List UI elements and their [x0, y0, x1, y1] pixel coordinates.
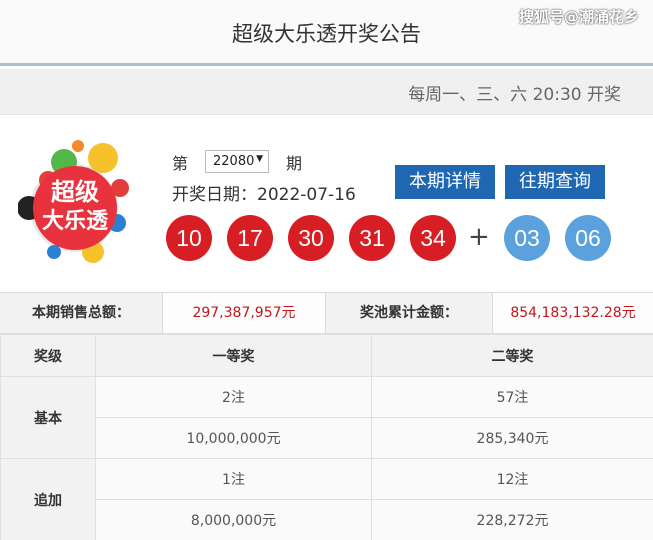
second-prize-amount: 285,340元 — [371, 417, 653, 459]
issue-suffix: 期 — [286, 154, 303, 173]
row-label-basic: 基本 — [0, 376, 96, 459]
page-header: 超级大乐透开奖公告 搜狐号@潮涌花乡 — [0, 0, 653, 66]
second-prize-count: 12注 — [371, 458, 653, 500]
front-ball: 34 — [410, 215, 456, 261]
issue-select-value: 22080 — [213, 154, 255, 169]
second-prize-amount: 228,272元 — [371, 499, 653, 540]
dlt-logo: 超级 大乐透 — [17, 128, 130, 268]
prize-table-header: 奖级 一等奖 二等奖 — [0, 334, 653, 377]
jackpot-pool-value: 854,183,132.28元 — [493, 293, 653, 333]
table-row: 追加 1注 12注 — [0, 458, 653, 540]
prize-table: 奖级 一等奖 二等奖 基本 2注 57注 10,000,000元 285,340… — [0, 334, 653, 540]
back-ball: 03 — [504, 215, 550, 261]
prize-level-header: 奖级 — [0, 334, 96, 377]
past-draws-button[interactable]: 往期查询 — [505, 165, 605, 199]
issue-prefix: 第 — [172, 154, 189, 173]
second-prize-count: 57注 — [371, 376, 653, 418]
logo-text-line2: 大乐透 — [42, 209, 109, 234]
issue-select[interactable]: 22080 ▼ — [205, 150, 269, 173]
dropdown-arrow-icon: ▼ — [256, 154, 263, 164]
draw-schedule-text: 每周一、三、六 20:30 开奖 — [408, 85, 621, 105]
sales-summary-row: 本期销售总额： 297,387,957元 奖池累计金额： 854,183,132… — [0, 292, 653, 334]
plus-sign: + — [468, 222, 490, 252]
table-row: 8,000,000元 228,272元 — [1, 499, 653, 540]
first-prize-count: 1注 — [95, 458, 372, 500]
watermark: 搜狐号@潮涌花乡 — [518, 8, 639, 26]
back-ball: 06 — [565, 215, 611, 261]
table-row: 10,000,000元 285,340元 — [1, 417, 653, 459]
row-label-additional: 追加 — [0, 458, 96, 540]
table-row: 基本 2注 57注 — [0, 376, 653, 459]
jackpot-pool-label: 奖池累计金额： — [326, 293, 492, 333]
first-prize-amount: 8,000,000元 — [95, 499, 372, 540]
logo-text-line1: 超级 — [51, 178, 99, 206]
draw-schedule-bar: 每周一、三、六 20:30 开奖 — [0, 69, 653, 115]
front-ball: 10 — [166, 215, 212, 261]
total-sales-value: 297,387,957元 — [163, 293, 325, 333]
front-ball: 30 — [288, 215, 334, 261]
front-ball: 31 — [349, 215, 395, 261]
draw-date: 开奖日期：2022-07-16 — [172, 185, 356, 205]
first-prize-header: 一等奖 — [95, 334, 372, 377]
front-ball: 17 — [227, 215, 273, 261]
total-sales-label: 本期销售总额： — [0, 293, 162, 333]
second-prize-header: 二等奖 — [371, 334, 653, 377]
current-details-button[interactable]: 本期详情 — [395, 165, 495, 199]
first-prize-count: 2注 — [95, 376, 372, 418]
first-prize-amount: 10,000,000元 — [95, 417, 372, 459]
